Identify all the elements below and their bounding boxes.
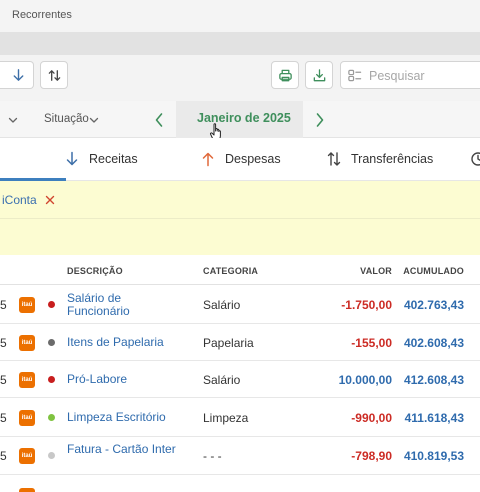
category-color-dot [48,376,55,383]
table-row-partial[interactable] [0,475,480,492]
row-day: 5 [0,449,7,463]
row-value: -990,00 [351,411,392,425]
search-placeholder: Pesquisar [369,69,425,83]
row-category: Papelaria [203,336,254,350]
arrow-down-icon [66,151,78,166]
chevron-left-icon[interactable] [153,111,165,129]
table-header: DESCRIÇÃO CATEGORIA VALOR ACUMULADO [0,255,480,285]
page-title: Recorrentes [12,9,72,21]
row-category: - - - [203,449,222,463]
download-icon [313,68,325,81]
row-value: 10.000,00 [338,373,392,387]
situacao-filter[interactable]: Situação [44,113,89,125]
tab-more[interactable] [470,151,480,167]
table-row[interactable]: 5 itaú Pró-Labore Salário 10.000,00 412.608,4… [0,361,480,398]
row-category: Salário [203,373,241,387]
col-valor[interactable]: VALOR [360,266,392,276]
row-description[interactable]: Limpeza Escritório [67,411,187,424]
row-value: -798,90 [351,449,392,463]
row-accumulated: 411.618,43 [404,411,464,425]
active-filters-bar: iConta [0,181,480,219]
category-color-dot [48,301,55,308]
arrow-up-icon [202,152,214,167]
row-accumulated: 412.608,43 [403,373,464,387]
transaction-type-tabs: Receitas Despesas Transferências [0,138,480,181]
row-category: Salário [203,298,241,312]
sort-arrows-icon [48,69,60,81]
print-button[interactable] [271,61,299,89]
tab-transferencias[interactable]: Transferências [326,151,433,167]
arrow-down-icon [13,68,24,81]
row-day: 5 [0,336,7,350]
filter-bar: Situação Janeiro de 2025 [0,101,480,138]
table-row[interactable]: 5 itaú Limpeza Escritório Limpeza -990,00 411… [0,398,480,437]
search-input[interactable]: Pesquisar [340,61,480,89]
row-accumulated: 402.763,43 [403,298,464,312]
col-categoria[interactable]: CATEGORIA [203,266,258,276]
row-description[interactable]: Salário de Funcionário [67,292,187,318]
col-acumulado[interactable]: ACUMULADO [403,266,464,276]
chevron-right-icon[interactable] [314,111,326,129]
table-row[interactable]: 5 itaú Fatura - Cartão Inter - - - -798,90 41… [0,437,480,475]
bank-itau-icon: itaú [19,372,35,388]
month-selector[interactable]: Janeiro de 2025 [176,101,303,138]
row-accumulated: 402.608,43 [403,336,464,350]
row-value: -155,00 [351,336,392,350]
row-day: 5 [0,411,7,425]
bank-itau-icon: itaú [19,335,35,351]
chevron-down-icon[interactable] [7,114,19,126]
bank-itau-icon: itaú [19,297,35,313]
row-category: Limpeza [203,411,249,425]
category-color-dot [48,414,55,421]
bank-itau-icon [19,488,35,492]
tab-despesas-label: Despesas [225,152,281,166]
clock-icon [471,152,480,166]
top-bar: Recorrentes [0,0,480,32]
bank-itau-icon: itaú [19,448,35,464]
tab-despesas[interactable]: Despesas [200,151,281,167]
download-button[interactable] [305,61,333,89]
printer-icon [278,69,292,81]
bank-itau-icon: itaú [19,410,35,426]
filter-chip-label: iConta [2,193,37,207]
row-description[interactable]: Fatura - Cartão Inter [67,443,187,456]
category-color-dot [48,339,55,346]
header-band [0,32,480,55]
transactions-table: DESCRIÇÃO CATEGORIA VALOR ACUMULADO 5 ita… [0,255,480,492]
row-day: 5 [0,298,7,312]
toolbar: Pesquisar [0,55,480,101]
filter-grid-icon [348,69,362,82]
tab-receitas[interactable]: Receitas [64,151,138,167]
row-accumulated: 410.819,53 [403,449,464,463]
close-icon[interactable] [45,195,55,205]
table-row[interactable]: 5 itaú Itens de Papelaria Papelaria -155,00 4… [0,324,480,361]
table-row[interactable]: 5 itaú Salário de Funcionário Salário -1.750… [0,286,480,324]
row-value: -1.750,00 [341,298,392,312]
tab-receitas-label: Receitas [89,152,138,166]
col-descricao[interactable]: DESCRIÇÃO [67,266,123,276]
row-description[interactable]: Itens de Papelaria [67,336,187,349]
summary-band [0,219,480,255]
sort-desc-button[interactable] [0,61,34,89]
chevron-down-icon[interactable] [88,114,100,126]
tab-transferencias-label: Transferências [351,152,434,166]
transfer-arrows-icon [327,152,341,166]
sort-toggle-button[interactable] [40,61,68,89]
row-day: 5 [0,373,7,387]
category-color-dot [48,452,55,459]
row-description[interactable]: Pró-Labore [67,373,187,386]
